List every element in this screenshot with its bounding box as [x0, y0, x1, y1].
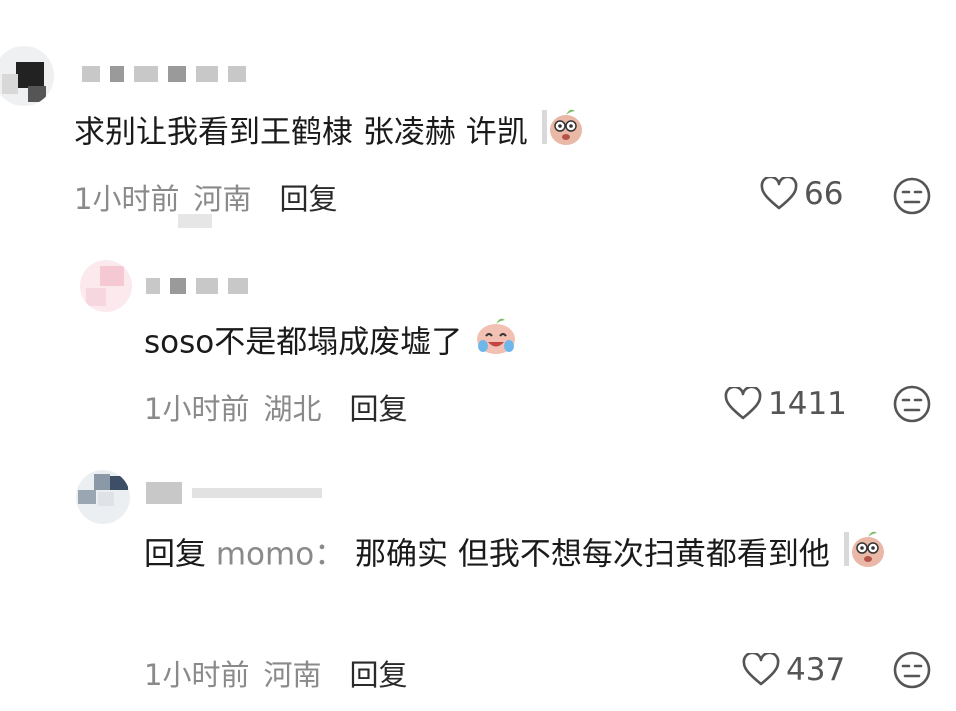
shy-peek-emoji-icon: [842, 528, 886, 584]
avatar[interactable]: [80, 260, 132, 312]
dislike-button[interactable]: [892, 176, 932, 220]
heart-icon: [724, 387, 762, 420]
comment-text: 回复 momo： 那确实 但我不想每次扫黄都看到他: [144, 528, 944, 584]
like-button[interactable]: 437: [742, 652, 845, 688]
username-masked[interactable]: [146, 482, 322, 504]
heart-icon: [742, 653, 780, 686]
location: 河南: [193, 182, 252, 216]
like-count: 437: [786, 652, 846, 688]
reply-button[interactable]: 回复: [349, 652, 407, 694]
comment-meta: 1小时前 湖北 回复: [144, 386, 407, 428]
unamused-face-icon: [893, 177, 931, 215]
reply-button[interactable]: 回复: [279, 176, 337, 218]
location: 湖北: [263, 392, 322, 426]
comment-text: soso不是都塌成废墟了: [144, 316, 518, 372]
like-button[interactable]: 66: [760, 176, 843, 212]
shy-peek-emoji-icon: [540, 106, 584, 162]
timestamp: 1小时前: [74, 182, 180, 216]
username-masked[interactable]: [82, 66, 246, 82]
reply-prefix: 回复: [144, 536, 206, 573]
blur-artifact: [178, 214, 212, 228]
laugh-cry-emoji-icon: [474, 316, 518, 372]
dislike-button[interactable]: [892, 384, 932, 428]
timestamp: 1小时前: [144, 658, 250, 692]
reply-to-username[interactable]: momo：: [216, 537, 345, 573]
location: 河南: [263, 658, 322, 692]
username-masked[interactable]: [146, 278, 248, 294]
like-count: 1411: [768, 386, 847, 422]
reply-button[interactable]: 回复: [349, 386, 407, 428]
avatar[interactable]: [0, 46, 54, 106]
timestamp: 1小时前: [144, 392, 250, 426]
comment-meta: 1小时前 河南 回复: [144, 652, 407, 694]
like-button[interactable]: 1411: [724, 386, 847, 422]
unamused-face-icon: [893, 385, 931, 423]
avatar[interactable]: [76, 470, 130, 524]
unamused-face-icon: [893, 651, 931, 689]
heart-icon: [760, 177, 798, 210]
comment-text: 求别让我看到王鹤棣 张凌赫 许凯: [74, 106, 584, 162]
like-count: 66: [804, 176, 844, 212]
comment-meta: 1小时前 河南 回复: [74, 176, 337, 218]
dislike-button[interactable]: [892, 650, 932, 694]
